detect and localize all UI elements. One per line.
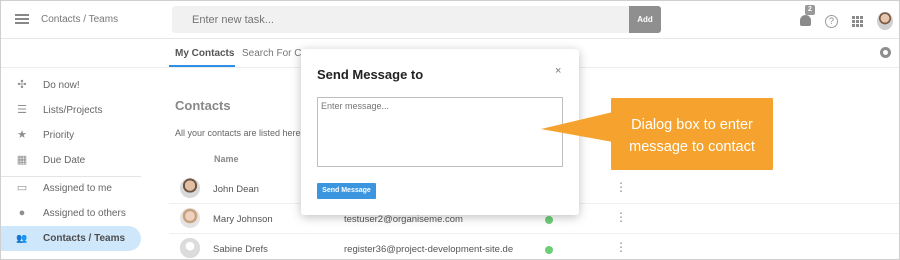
more-options-icon[interactable]: ⋮ — [615, 211, 627, 223]
status-online-dot — [545, 246, 553, 254]
send-message-dialog: Send Message to × Send Message — [301, 49, 579, 215]
app-window: Contacts / Teams Add 2 ? My Contacts Sea… — [0, 0, 900, 260]
add-task-button[interactable]: Add — [629, 6, 661, 33]
avatar — [180, 238, 200, 258]
person-icon: ● — [18, 207, 26, 219]
bell-icon — [800, 15, 811, 26]
gear-icon[interactable] — [880, 47, 891, 58]
help-icon[interactable]: ? — [825, 15, 838, 28]
table-row[interactable]: Sabine Drefs register36@project-developm… — [169, 234, 899, 259]
contact-email: register36@project-development-site.de — [344, 244, 514, 255]
sidebar-item-do-now[interactable]: ✣ Do now! — [1, 73, 141, 98]
status-online-dot — [545, 216, 553, 224]
callout-pointer — [541, 112, 613, 142]
inbox-icon: ▭ — [16, 182, 28, 194]
column-header-name: Name — [214, 154, 239, 164]
sidebar-item-label: Due Date — [43, 155, 86, 166]
message-textarea[interactable] — [317, 97, 563, 167]
sidebar-item-priority[interactable]: ★ Priority — [1, 123, 141, 148]
sidebar-item-lists-projects[interactable]: ☰ Lists/Projects — [1, 98, 141, 123]
menu-icon[interactable] — [15, 14, 29, 24]
sidebar-item-label: Lists/Projects — [43, 105, 103, 116]
tab-search-contacts[interactable]: Search For Co — [242, 48, 307, 59]
sidebar-item-label: Assigned to me — [43, 183, 112, 194]
contact-name: Sabine Drefs — [213, 244, 268, 255]
user-avatar[interactable] — [877, 12, 893, 30]
list-icon: ☰ — [17, 104, 27, 116]
breadcrumb: Contacts / Teams — [41, 14, 119, 25]
apps-grid-icon[interactable] — [852, 16, 863, 27]
close-icon[interactable]: × — [555, 65, 561, 77]
top-bar: Contacts / Teams Add 2 ? — [1, 1, 899, 39]
more-options-icon[interactable]: ⋮ — [615, 181, 627, 193]
callout-box — [611, 98, 773, 170]
avatar — [180, 208, 200, 228]
avatar — [180, 178, 200, 198]
active-tab-indicator — [169, 65, 235, 67]
sidebar: ✣ Do now! ☰ Lists/Projects ★ Priority ▦ … — [1, 69, 141, 259]
new-task-input[interactable] — [172, 6, 629, 33]
send-message-button[interactable]: Send Message — [317, 183, 376, 199]
star-icon: ★ — [17, 129, 27, 141]
callout-line-2: message to contact — [629, 139, 755, 155]
tasks-cluster-icon: ✣ — [17, 79, 27, 91]
page-subtitle: All your contacts are listed here — [175, 128, 301, 138]
sidebar-item-contacts-teams[interactable]: 👥 Contacts / Teams — [1, 226, 141, 251]
calendar-icon: ▦ — [16, 154, 28, 166]
sidebar-item-label: Do now! — [43, 80, 80, 91]
more-options-icon[interactable]: ⋮ — [615, 241, 627, 253]
contact-name: Mary Johnson — [213, 214, 273, 225]
sidebar-item-assigned-to-me[interactable]: ▭ Assigned to me — [1, 176, 141, 201]
tab-my-contacts[interactable]: My Contacts — [175, 48, 234, 59]
notification-count-badge: 2 — [805, 5, 815, 15]
page-title: Contacts — [175, 98, 231, 113]
callout-line-1: Dialog box to enter — [631, 117, 753, 133]
contact-email: testuser2@organiseme.com — [344, 214, 463, 225]
dialog-title: Send Message to — [317, 67, 424, 82]
sidebar-item-due-date[interactable]: ▦ Due Date — [1, 148, 141, 173]
sidebar-item-label: Assigned to others — [43, 208, 126, 219]
sidebar-item-assigned-to-others[interactable]: ● Assigned to others — [1, 201, 141, 226]
people-icon: 👥 — [16, 233, 28, 243]
notifications-button[interactable]: 2 — [798, 5, 815, 29]
contact-name: John Dean — [213, 184, 259, 195]
sidebar-item-label: Priority — [43, 130, 75, 141]
annotation-callout: Dialog box to enter message to contact — [541, 98, 773, 170]
sidebar-item-label: Contacts / Teams — [43, 233, 126, 244]
